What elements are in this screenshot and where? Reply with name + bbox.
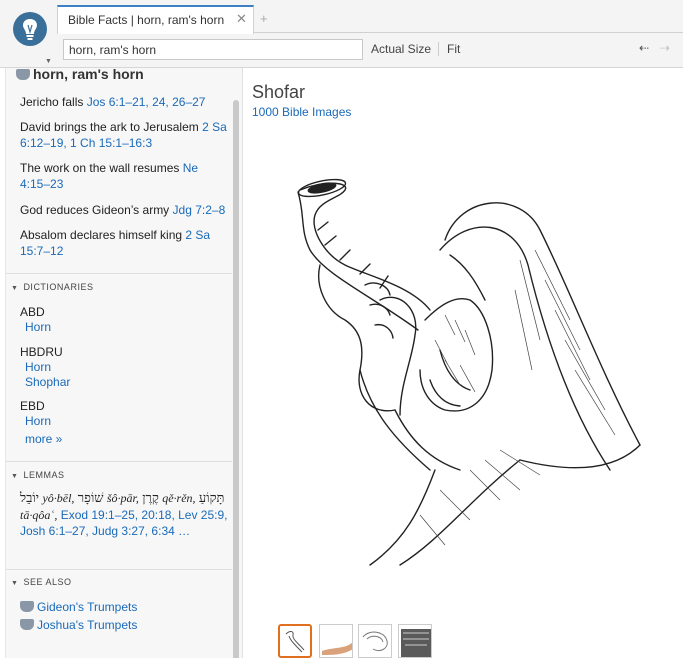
lemma-translit: tā·qôaʿ, bbox=[20, 508, 58, 522]
event-item: God reduces Gideon’s army Jdg 7:2–8 bbox=[20, 202, 230, 218]
thumbnail-horn-drawing[interactable] bbox=[358, 624, 392, 658]
fit-button[interactable]: Fit bbox=[447, 42, 460, 56]
lemma-translit: šô·pār, bbox=[106, 491, 139, 505]
event-item: Absalom declares himself king 2 Sa 15:7–… bbox=[20, 227, 230, 259]
tab-bible-facts[interactable]: Bible Facts | horn, ram's horn ✕ bbox=[57, 5, 254, 34]
actual-size-button[interactable]: Actual Size bbox=[371, 42, 431, 56]
toolbar-region: ▼ Bible Facts | horn, ram's horn ✕ + Act… bbox=[0, 0, 683, 68]
lemma-hebrew[interactable]: תָּקוֹעַ bbox=[199, 491, 225, 506]
section-title: LEMMAS bbox=[23, 470, 65, 480]
thumbnail-etching[interactable] bbox=[398, 624, 432, 658]
dictionary-abbr: ABD bbox=[20, 305, 45, 319]
shofar-illustration bbox=[297, 178, 641, 566]
see-also-link[interactable]: Gideon's Trumpets bbox=[37, 600, 137, 614]
dictionary-link-horn[interactable]: Horn bbox=[25, 320, 51, 334]
dictionary-abbr: HBDRU bbox=[20, 345, 63, 359]
event-item: The work on the wall resumes Ne 4:15–23 bbox=[20, 160, 230, 192]
close-icon[interactable]: ✕ bbox=[236, 12, 247, 26]
jar-icon bbox=[20, 619, 34, 630]
lemma-hebrew[interactable]: יוֹבֵל bbox=[20, 491, 39, 506]
dictionary-abbr: EBD bbox=[20, 399, 45, 413]
see-also-header[interactable]: ▼ SEE ALSO bbox=[11, 577, 71, 587]
event-item: Jericho falls Jos 6:1–21, 24, 26–27 bbox=[20, 94, 230, 110]
lemma-hebrew[interactable]: קֶרֶן bbox=[142, 491, 159, 506]
tab-title: Bible Facts | horn, ram's horn bbox=[68, 13, 225, 27]
dictionary-link-shophar[interactable]: Shophar bbox=[25, 375, 70, 389]
thumbnail-shofar-sketch[interactable] bbox=[278, 624, 312, 658]
lemmas-header[interactable]: ▼ LEMMAS bbox=[11, 470, 64, 480]
thumbnail-horn-photo[interactable] bbox=[319, 624, 353, 658]
event-text: The work on the wall resumes bbox=[20, 161, 183, 175]
dictionaries-header[interactable]: ▼ DICTIONARIES bbox=[11, 282, 93, 292]
bible-images-link[interactable]: 1000 Bible Images bbox=[252, 105, 351, 119]
jar-icon bbox=[16, 69, 30, 80]
topic-heading: horn, ram's horn bbox=[16, 66, 144, 82]
section-title: DICTIONARIES bbox=[23, 282, 94, 292]
dictionary-link-horn[interactable]: Horn bbox=[25, 360, 51, 374]
lemma-translit: qě·rěn, bbox=[162, 491, 196, 505]
search-input[interactable] bbox=[63, 39, 363, 60]
more-link[interactable]: more » bbox=[25, 432, 62, 446]
collapse-triangle-icon: ▼ bbox=[11, 285, 19, 292]
section-title: SEE ALSO bbox=[23, 577, 72, 587]
topic-title: horn, ram's horn bbox=[33, 66, 144, 82]
event-text: Jericho falls bbox=[20, 95, 87, 109]
divider bbox=[6, 461, 232, 462]
tab-bar: Bible Facts | horn, ram's horn ✕ + bbox=[57, 5, 683, 34]
lemma-list: יוֹבֵל yô·bēl, שׁוֹפָר šô·pār, קֶרֶן qě·… bbox=[20, 490, 232, 539]
event-text: David brings the ark to Jerusalem bbox=[20, 120, 203, 134]
jar-icon bbox=[20, 601, 34, 612]
back-arrow-icon[interactable]: ⇠ bbox=[639, 41, 649, 55]
event-text: God reduces Gideon’s army bbox=[20, 203, 173, 217]
page-title: Shofar bbox=[252, 82, 306, 102]
see-also-item[interactable]: Joshua's Trumpets bbox=[20, 618, 137, 632]
collapse-triangle-icon: ▼ bbox=[11, 473, 19, 480]
dictionary-link-horn[interactable]: Horn bbox=[25, 414, 51, 428]
lightbulb-icon[interactable] bbox=[13, 12, 47, 46]
see-also-item[interactable]: Gideon's Trumpets bbox=[20, 600, 137, 614]
divider bbox=[6, 273, 232, 274]
divider bbox=[6, 569, 232, 570]
event-item: David brings the ark to Jerusalem 2 Sa 6… bbox=[20, 119, 230, 151]
forward-arrow-icon[interactable]: ⇢ bbox=[660, 41, 670, 55]
add-tab-icon[interactable]: + bbox=[260, 11, 268, 26]
lemma-hebrew[interactable]: שׁוֹפָר bbox=[78, 491, 104, 506]
collapse-triangle-icon: ▼ bbox=[11, 580, 19, 587]
lemma-translit: yô·bēl, bbox=[42, 491, 75, 505]
event-ref-link[interactable]: Jdg 7:2–8 bbox=[173, 203, 226, 217]
app-menu-caret-icon[interactable]: ▼ bbox=[45, 58, 52, 65]
event-text: Absalom declares himself king bbox=[20, 228, 186, 242]
see-also-link[interactable]: Joshua's Trumpets bbox=[37, 618, 137, 632]
sidebar-scrollbar[interactable] bbox=[233, 100, 239, 658]
divider bbox=[438, 42, 439, 56]
event-ref-link[interactable]: Jos 6:1–21, 24, 26–27 bbox=[87, 95, 206, 109]
